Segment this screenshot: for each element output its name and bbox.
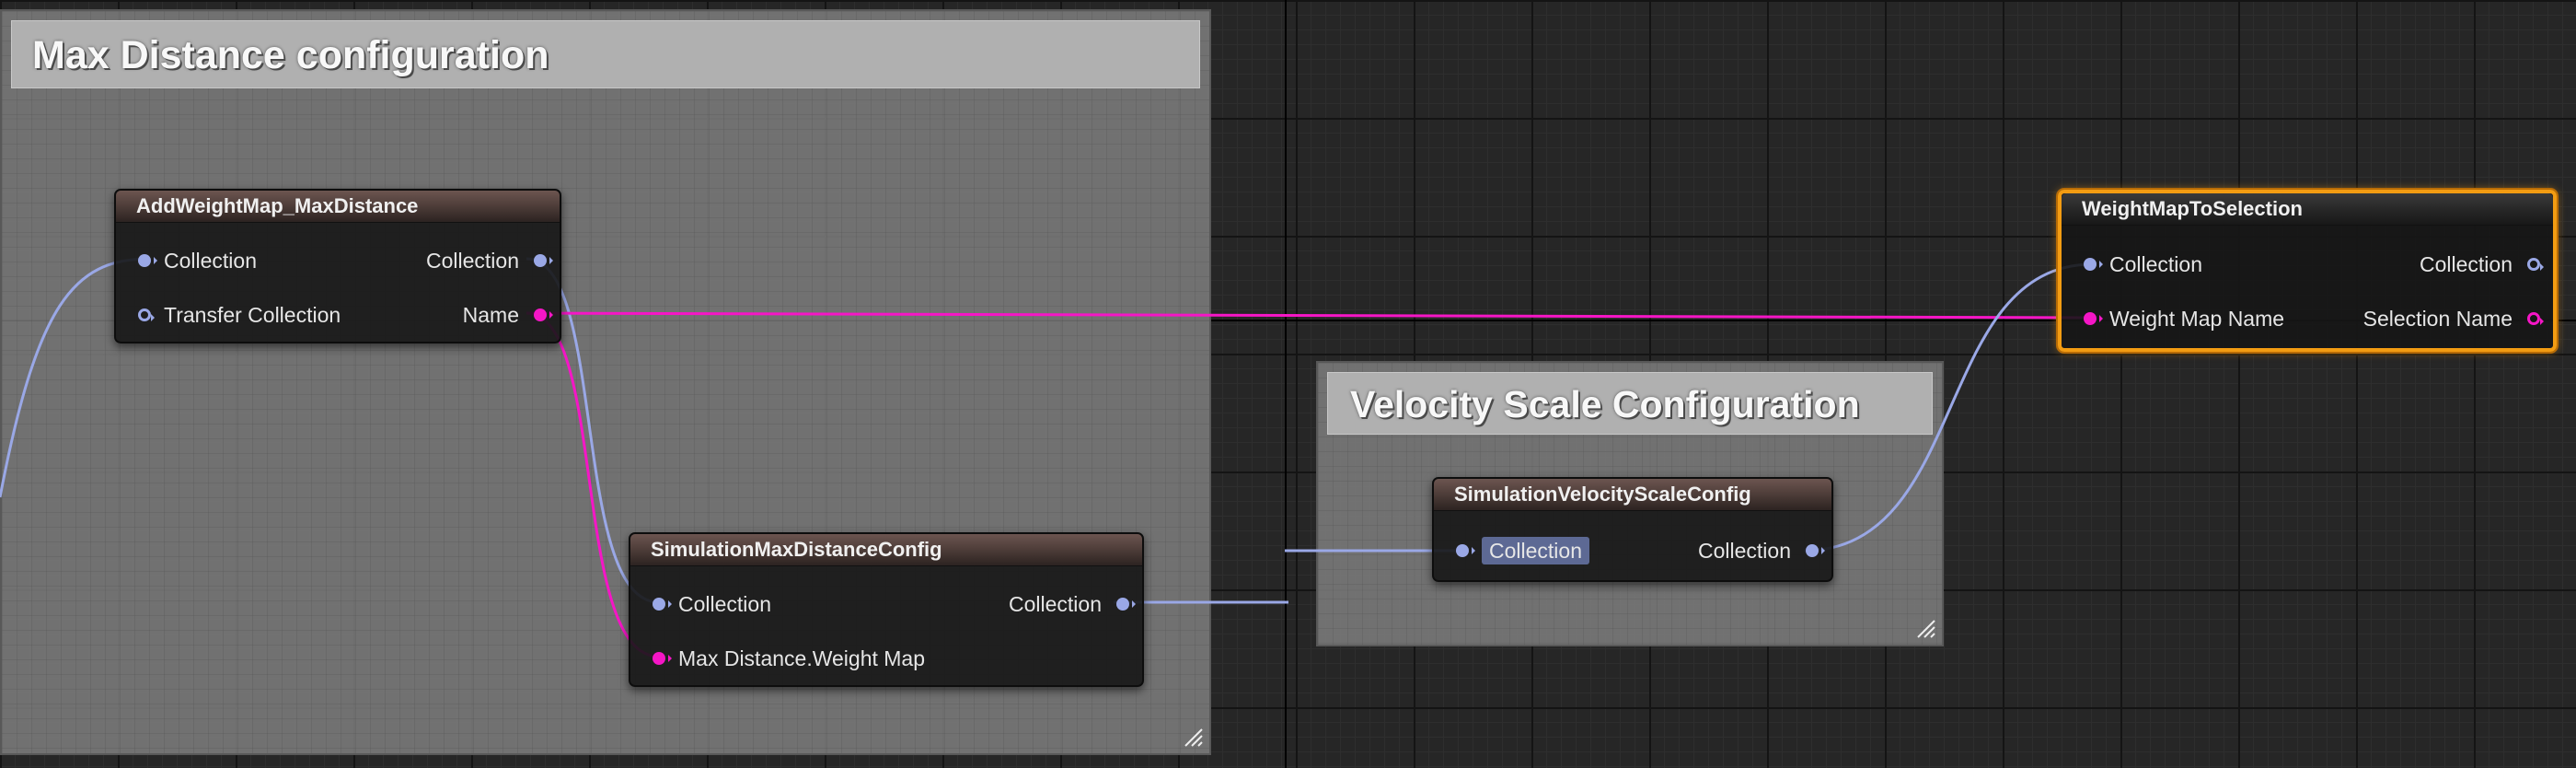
comment-title-velocity-scale[interactable]: Velocity Scale Configuration — [1327, 372, 1933, 435]
input-pin-collection[interactable]: Collection — [116, 247, 257, 274]
pin-label: Selection Name — [2362, 307, 2512, 331]
collection-pin-icon[interactable] — [653, 598, 672, 611]
output-pin-name[interactable]: Name — [463, 301, 560, 329]
pin-label: Name — [462, 303, 519, 327]
collection-pin-icon[interactable] — [1806, 544, 1825, 557]
pin-label: Collection — [426, 249, 519, 273]
collection-pin-icon[interactable] — [138, 308, 155, 321]
pin-label: Transfer Collection — [164, 303, 341, 327]
name-pin-icon[interactable] — [534, 308, 553, 321]
resize-grip-icon[interactable] — [1914, 617, 1936, 639]
pin-label: Weight Map Name — [2109, 307, 2285, 331]
name-pin-icon[interactable] — [2084, 312, 2103, 325]
resize-grip-icon[interactable] — [1182, 726, 1204, 748]
pin-label: Collection — [2420, 252, 2512, 276]
name-pin-icon[interactable] — [653, 652, 672, 665]
collection-pin-icon[interactable] — [138, 254, 157, 267]
output-pin-collection[interactable]: Collection — [1009, 590, 1142, 618]
node-weight-map-to-selection[interactable]: WeightMapToSelection Collection Weight M… — [2058, 190, 2557, 352]
pin-label: Collection — [164, 249, 257, 273]
pin-label: Max Distance.Weight Map — [678, 646, 926, 670]
pin-label: Collection — [678, 592, 771, 616]
input-pin-transfer-collection[interactable]: Transfer Collection — [116, 301, 341, 329]
output-pin-collection[interactable]: Collection — [2420, 250, 2553, 278]
node-title[interactable]: SimulationVelocityScaleConfig — [1434, 479, 1831, 511]
collection-pin-icon[interactable] — [1116, 598, 1136, 611]
node-title[interactable]: SimulationMaxDistanceConfig — [630, 534, 1142, 566]
collection-pin-icon[interactable] — [2527, 258, 2544, 271]
input-pin-collection[interactable]: Collection — [630, 590, 771, 618]
input-pin-collection[interactable]: Collection — [2062, 250, 2202, 278]
input-pin-max-distance-weight-map[interactable]: Max Distance.Weight Map — [630, 645, 925, 672]
comment-title-max-distance[interactable]: Max Distance configuration — [11, 20, 1200, 88]
collection-pin-icon[interactable] — [2084, 258, 2103, 271]
node-simulation-max-distance-config[interactable]: SimulationMaxDistanceConfig Collection M… — [629, 532, 1144, 687]
input-pin-weight-map-name[interactable]: Weight Map Name — [2062, 305, 2284, 332]
pin-label: Collection — [2109, 252, 2202, 276]
collection-pin-icon[interactable] — [534, 254, 553, 267]
output-pin-collection[interactable]: Collection — [1698, 537, 1831, 564]
collection-pin-icon[interactable] — [1456, 544, 1475, 557]
node-title[interactable]: WeightMapToSelection — [2062, 193, 2553, 226]
graph-origin-axis-vertical — [1285, 0, 1287, 768]
input-pin-collection[interactable]: Collection — [1434, 537, 1589, 564]
node-add-weight-map-max-distance[interactable]: AddWeightMap_MaxDistance Collection Tran… — [114, 189, 561, 343]
pin-label: Collection — [1009, 592, 1102, 616]
node-simulation-velocity-scale-config[interactable]: SimulationVelocityScaleConfig Collection… — [1432, 477, 1833, 582]
output-pin-selection-name[interactable]: Selection Name — [2363, 305, 2553, 332]
name-pin-icon[interactable] — [2527, 312, 2544, 325]
node-title[interactable]: AddWeightMap_MaxDistance — [116, 191, 560, 223]
output-pin-collection[interactable]: Collection — [426, 247, 560, 274]
pin-label: Collection — [1482, 537, 1589, 564]
pin-label: Collection — [1698, 539, 1791, 563]
